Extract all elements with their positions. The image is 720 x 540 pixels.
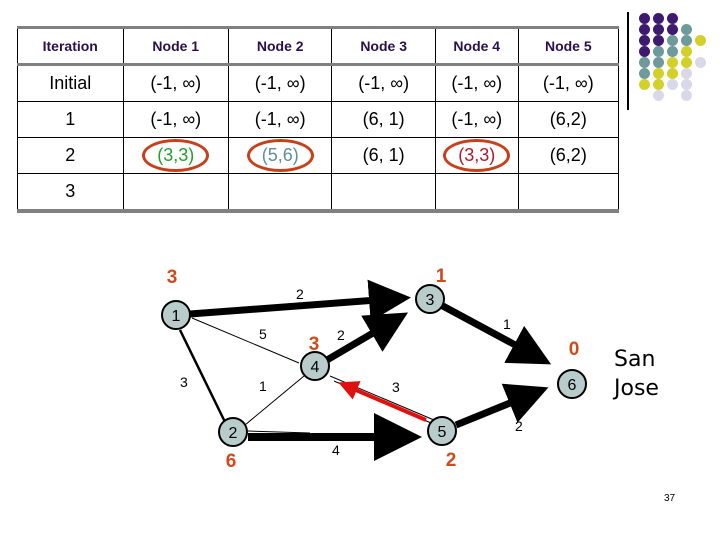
destination-label: San Jose (614, 345, 659, 403)
node-id: 1 (172, 308, 181, 325)
graph-node-5: 5 (427, 416, 457, 446)
destination-line: Jose (614, 376, 659, 401)
edge-2-4 (244, 375, 305, 426)
page-number: 37 (664, 493, 676, 504)
edge-weight: 3 (392, 379, 400, 395)
edge-5-6 (454, 383, 549, 429)
graph-node-6: 6 (557, 369, 587, 399)
edge-weight: 1 (259, 378, 267, 394)
edge-weight: 2 (515, 418, 523, 434)
edge-weight: 3 (180, 374, 188, 390)
edge-weight: 5 (259, 326, 267, 342)
edge-2-5-outline (247, 430, 311, 434)
node-id: 6 (568, 377, 577, 394)
node-distance: 2 (446, 450, 457, 471)
destination-line: San (614, 347, 656, 372)
edge-3-6 (439, 301, 552, 365)
edge-5-4 (329, 375, 435, 421)
network-graph: 2 5 3 1 4 2 3 1 2 1 2 3 4 5 6 3 6 1 3 2 … (161, 266, 587, 472)
graph-node-4: 4 (300, 351, 330, 381)
node-distance: 6 (226, 451, 237, 472)
graph-node-2: 2 (218, 417, 248, 447)
node-id: 5 (438, 424, 447, 441)
edge-weight: 1 (503, 316, 511, 332)
graph-node-3: 3 (415, 284, 445, 314)
node-id: 4 (311, 359, 320, 376)
edge-1-4 (191, 317, 300, 364)
edge-weight: 4 (332, 442, 340, 458)
node-distance: 0 (569, 339, 580, 360)
edge-5-4-highlight (338, 381, 427, 422)
edge-weight: 2 (296, 286, 304, 302)
node-distance: 3 (167, 267, 178, 288)
edge-weight: 2 (337, 327, 345, 343)
graph-node-1: 1 (161, 300, 191, 330)
node-id: 3 (426, 292, 435, 309)
node-distance: 3 (309, 334, 320, 355)
node-distance: 1 (436, 266, 447, 287)
node-id: 2 (229, 425, 238, 442)
